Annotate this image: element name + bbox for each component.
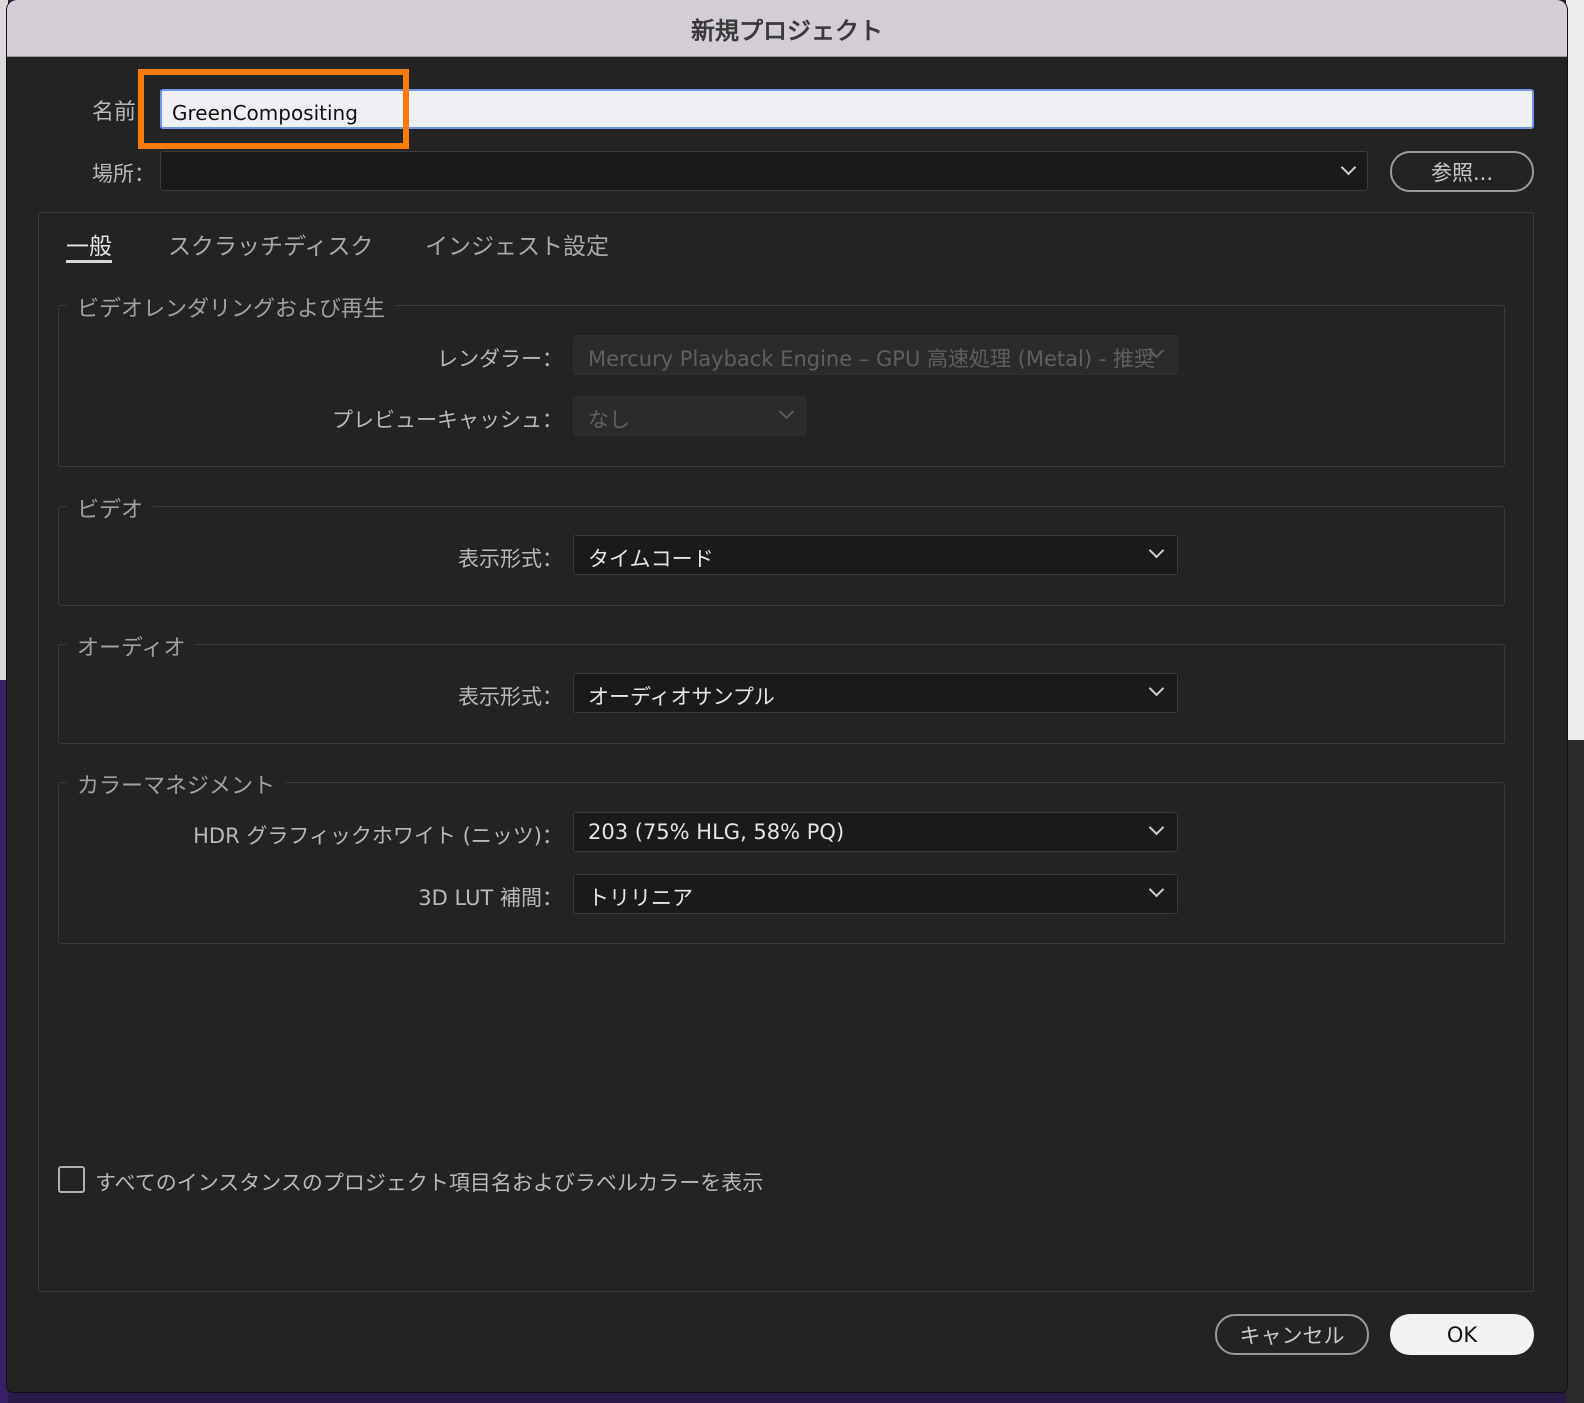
- audio-display-format-select[interactable]: オーディオサンプル: [573, 673, 1178, 713]
- tab-ingest-settings[interactable]: インジェスト設定: [425, 227, 609, 261]
- video-rendering-group: [58, 305, 1505, 467]
- hdr-graphics-white-select[interactable]: 203 (75% HLG, 58% PQ): [573, 812, 1178, 852]
- video-rendering-title: ビデオレンダリングおよび再生: [67, 291, 396, 323]
- new-project-dialog: 新規プロジェクト 名前 GreenCompositing 場所： 参照... 一…: [7, 0, 1567, 1392]
- hdr-graphics-white-label: HDR グラフィックホワイト (ニッツ)：: [193, 824, 563, 848]
- video-display-format-label: 表示形式：: [458, 547, 563, 571]
- dialog-title: 新規プロジェクト: [7, 0, 1567, 57]
- location-select[interactable]: [160, 151, 1368, 191]
- preview-cache-label: プレビューキャッシュ：: [332, 408, 563, 432]
- video-title: ビデオ: [67, 492, 154, 524]
- lut-interpolation-label: 3D LUT 補間：: [418, 886, 563, 910]
- tab-general[interactable]: 一般: [66, 227, 112, 261]
- show-all-instances-label: すべてのインスタンスのプロジェクト項目名およびラベルカラーを表示: [95, 1171, 764, 1195]
- video-display-format-select[interactable]: タイムコード: [573, 535, 1178, 575]
- project-name-input[interactable]: GreenCompositing: [160, 89, 1534, 129]
- lut-interpolation-select[interactable]: トリリニア: [573, 874, 1178, 914]
- renderer-label: レンダラー：: [437, 347, 563, 371]
- desktop-background-right: [1566, 0, 1584, 1403]
- audio-display-format-label: 表示形式：: [458, 685, 563, 709]
- color-management-group: [58, 782, 1505, 944]
- color-management-title: カラーマネジメント: [67, 768, 286, 800]
- cancel-button[interactable]: キャンセル: [1215, 1314, 1369, 1355]
- renderer-select[interactable]: Mercury Playback Engine – GPU 高速処理 (Meta…: [573, 335, 1178, 375]
- tab-scratch-disks[interactable]: スクラッチディスク: [168, 227, 373, 261]
- location-label: 場所：: [92, 162, 155, 186]
- browse-button[interactable]: 参照...: [1390, 151, 1534, 192]
- name-label: 名前: [92, 100, 137, 125]
- active-tab-indicator: [66, 260, 112, 263]
- show-all-instances-checkbox[interactable]: [58, 1166, 85, 1193]
- preview-cache-select[interactable]: なし: [573, 396, 806, 436]
- audio-title: オーディオ: [67, 630, 196, 662]
- ok-button[interactable]: OK: [1390, 1314, 1534, 1355]
